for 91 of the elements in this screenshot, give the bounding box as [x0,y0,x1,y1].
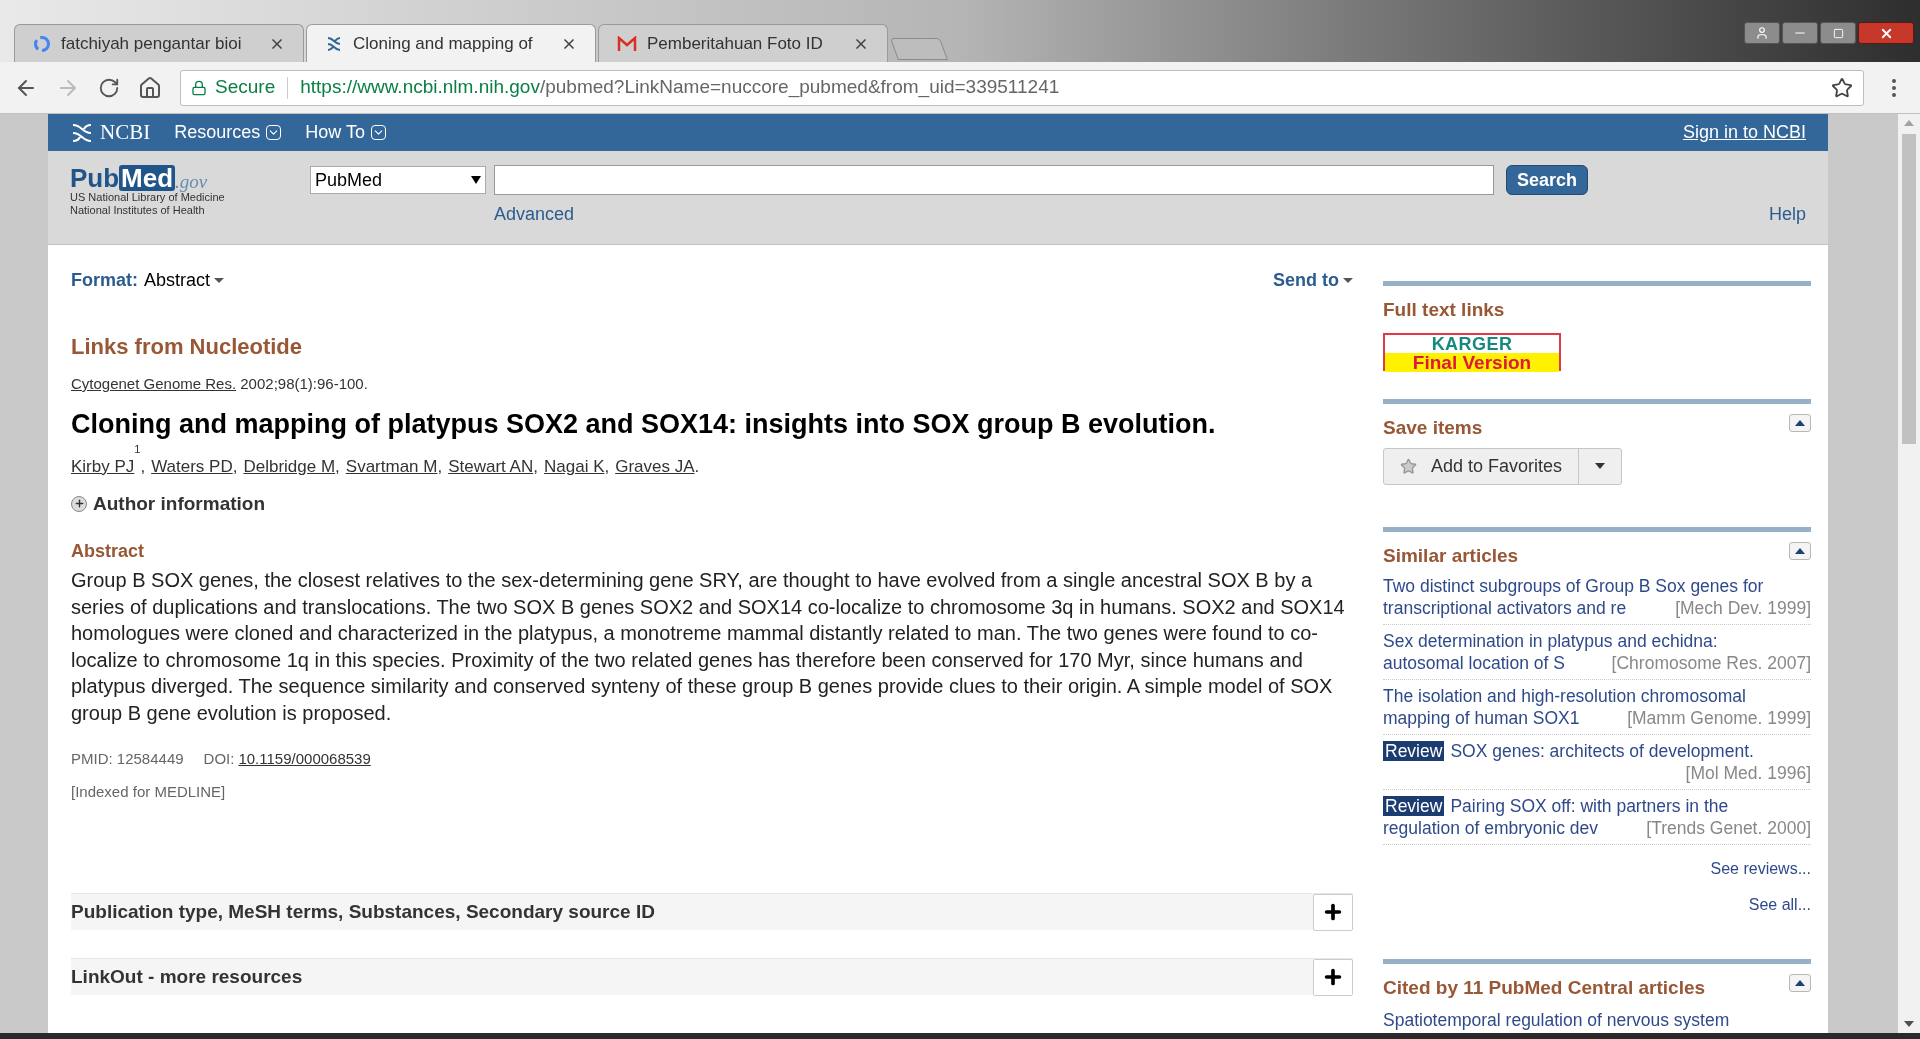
doi-label: DOI: [203,749,235,769]
section-heading: Cited by 11 PubMed Central articles [1383,976,1706,1001]
nav-menu[interactable]: Resources [174,119,282,146]
triangle-up-icon [1795,980,1805,987]
google-favicon-icon [33,34,51,53]
collapse-button[interactable] [1789,413,1811,432]
nav-menu[interactable]: How To [305,119,386,146]
separator-text: . [694,456,700,478]
tab-title: Cloning and mapping of [353,32,534,55]
tab-title: fatchiyah pengantar bioi [61,32,243,55]
collapsible-section-title: LinkOut - more resources [71,964,303,989]
profile-button[interactable] [1744,22,1780,44]
user-icon [1755,26,1769,40]
maximize-icon [1832,27,1844,39]
cited-article-link[interactable]: Spatiotemporal regulation of nervous system [1383,1006,1811,1033]
star-icon [1400,457,1417,475]
bookmark-star-icon[interactable] [1831,76,1853,99]
browser-tab[interactable]: fatchiyah pengantar bioi [14,24,304,62]
separator-text: , [437,456,443,478]
maximize-button[interactable] [1820,22,1856,44]
address-field[interactable]: Secure https://www.ncbi.nlm.nih.gov/pubmed?LinkName=nuccore_pubmed&from_uid=339511241 [180,69,1864,106]
author-link[interactable]: Waters PD [151,454,233,480]
publisher-logo[interactable]: KARGER Final Version [1383,332,1561,371]
section-heading: Save items [1383,415,1483,440]
chevron-down-icon [266,125,282,140]
author-information-toggle[interactable]: Author information [71,489,266,518]
abstract-heading: Abstract [71,540,146,563]
citation-text: 2002;98(1):96-100. [240,375,368,392]
author-link[interactable]: Kirby PJ [71,454,135,480]
author-link[interactable]: Svartman M [345,454,438,480]
search-button[interactable]: Search [1506,165,1589,195]
minimize-button[interactable] [1782,22,1818,44]
section-heading: Full text links [1383,298,1505,322]
scrollbar[interactable] [1898,114,1920,1033]
send-to-dropdown[interactable]: Send to [1273,267,1353,294]
chevron-down-icon [370,125,386,140]
see-all-link[interactable]: See all... [1748,893,1811,918]
reload-icon[interactable] [98,76,120,99]
logo-subtitle: US National Library of Medicine [70,191,226,204]
similar-article-link[interactable]: Review Pairing SOX off: with partners in the regulation of embryonic dev [Trends Genet. 2000] [1383,790,1811,846]
similar-article-link[interactable]: Two distinct subgroups of Group B Sox genes for transcriptional activators and re [Mech Dev. 1999] [1383,570,1811,626]
section-heading: Similar articles [1383,543,1519,568]
envelope-favicon-icon [617,35,637,52]
indexed-text: [Indexed for MEDLINE] [71,781,227,802]
author-link[interactable]: Stewart AN [448,454,534,480]
expand-button[interactable] [1313,958,1353,996]
triangle-up-icon [1795,547,1805,554]
format-dropdown[interactable]: Abstract [144,267,225,294]
ncbi-logo[interactable]: NCBI [100,116,151,149]
collapse-button[interactable] [1789,541,1811,560]
section-title: Links from Nucleotide [71,333,304,361]
see-reviews-link[interactable]: See reviews... [1710,857,1811,882]
advanced-link[interactable]: Advanced [494,201,575,228]
journal-link[interactable]: Cytogenet Genome Res. [71,375,237,392]
doi-link[interactable]: 10.1159/000068539 [238,748,371,771]
author-link[interactable]: Graves JA [615,454,695,480]
lock-icon [191,79,207,96]
sign-in-link[interactable]: Sign in to NCBI [1682,119,1806,146]
similar-article-link[interactable]: Sex determination in platypus and echidna: autosomal location of S [Chromosome Res. 2007] [1383,625,1811,681]
author-link[interactable]: Delbridge M [243,454,336,480]
separator-text: , [335,456,340,478]
plus-icon [1322,901,1344,923]
expand-button[interactable] [1313,893,1353,931]
helix-favicon-icon [325,34,343,53]
author-link[interactable]: Nagai K [544,454,605,480]
url-text: https://www.ncbi.nlm.nih.gov/pubmed?LinkName=nuccore_pubmed&from_uid=339511241 [300,75,1060,100]
collapsible-section-title: Publication type, MeSH terms, Substances, Secondary source ID [71,899,655,924]
database-select[interactable]: PubMed [310,166,486,194]
tab-title: Pemberitahuan Foto ID [647,32,824,55]
format-label: Format: [71,269,138,292]
separator-text: , [533,456,538,478]
similar-article-link[interactable]: Review SOX genes: architects of development. [Mol Med. 1996] [1383,735,1811,791]
close-window-button[interactable] [1858,22,1914,44]
separator-text: , [604,456,610,478]
collapse-button[interactable] [1789,974,1811,993]
logo-subtitle: National Institutes of Health [70,204,206,217]
separator-text: , [140,456,146,478]
triangle-up-icon [1795,419,1805,426]
home-icon[interactable] [138,75,162,100]
similar-article-link[interactable]: The isolation and high-resolution chromosomal mapping of human SOX1 [Mamm Genome. 1999] [1383,680,1811,736]
pmid-text: PMID: 12584449 [71,749,184,769]
helix-logo-icon [70,121,94,144]
separator-text: , [232,456,238,478]
browser-tab[interactable]: Cloning and mapping of [306,24,596,62]
abstract-text: Group B SOX genes, the closest relatives to the sex-determining gene SRY, are thought to have evolved from a single ancestral SOX B by a series of duplications and translocations. The two SOX B genes SOX2 and SOX14 co-localize to chromosome 3q in humans. SOX2 and SOX14 homologues were cloned and characterized in the platypus, a monotreme mammal distantly related to man. The two genes were found to co-localize to chromosome 1q in this species. Proximity of the two related genes has therefore been conserved for 170 Myr, since humans and platypus diverged. The sequence similarity and conserved synteny of these group B genes provide clues to their origin. A simple model of SOX group B gene evolution is proposed. [71,568,1346,726]
browser-tab[interactable]: Pemberitahuan Foto ID [598,24,888,62]
article-title: Cloning and mapping of platypus SOX2 and SOX14: insights into SOX group B evolution. [71,407,1217,441]
help-link[interactable]: Help [1768,201,1806,228]
search-field[interactable] [494,165,1494,195]
plus-icon [1322,966,1344,988]
secure-label: Secure [215,75,276,100]
